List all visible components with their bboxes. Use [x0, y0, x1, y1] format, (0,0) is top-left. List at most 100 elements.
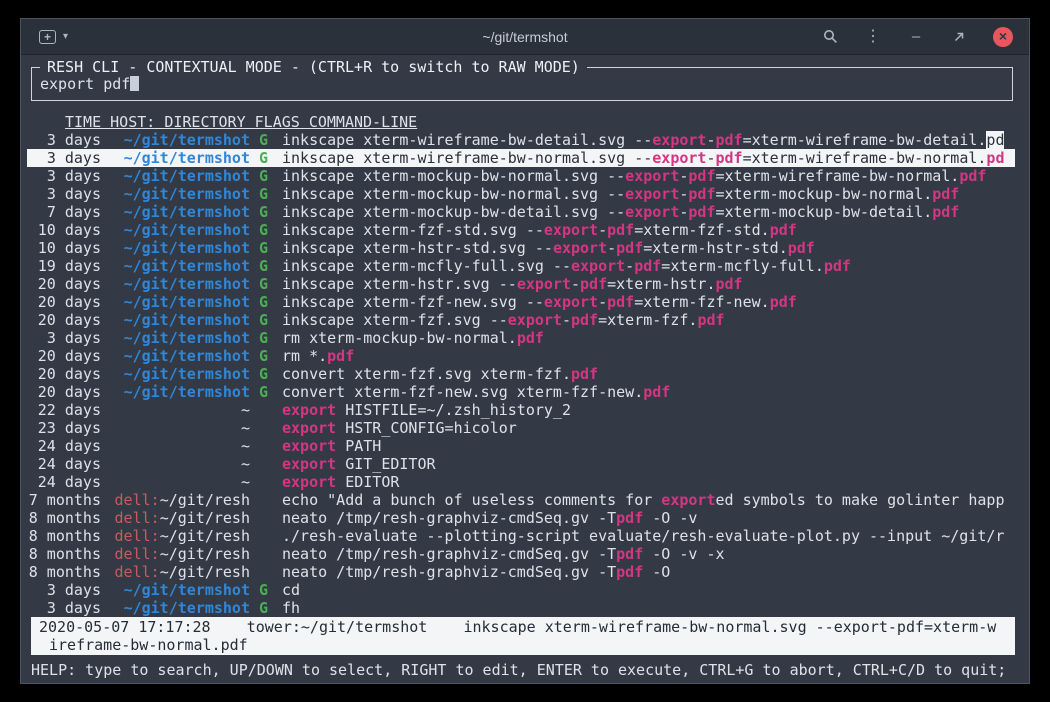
- menu-kebab-icon[interactable]: ⋮: [864, 28, 882, 46]
- new-tab-button[interactable]: +: [39, 30, 56, 44]
- command-segment: export: [517, 275, 571, 293]
- row-flags: G: [259, 239, 273, 257]
- row-flags: G: [259, 311, 273, 329]
- table-row[interactable]: 8 monthsdell:~/git/reshneato /tmp/resh-g…: [27, 509, 1015, 527]
- table-row[interactable]: 3 days~/git/termshotGrm xterm-mockup-bw-…: [27, 329, 1015, 347]
- row-flags: [259, 509, 273, 527]
- row-time: 8 months: [27, 563, 101, 581]
- row-flags: G: [259, 167, 273, 185]
- row-command: inkscape xterm-fzf-new.svg --export-pdf=…: [282, 293, 1015, 311]
- table-row[interactable]: 24 days~export PATH: [27, 437, 1015, 455]
- row-command: export EDITOR: [282, 473, 1015, 491]
- command-segment: ed symbols to make golinter happ: [715, 491, 1004, 509]
- row-directory: ~/git/termshot: [110, 347, 250, 365]
- table-row[interactable]: 7 monthsdell:~/git/reshecho "Add a bunch…: [27, 491, 1015, 509]
- table-row[interactable]: 3 days~/git/termshotGinkscape xterm-mock…: [27, 185, 1015, 203]
- row-path: ~: [241, 401, 250, 419]
- table-row[interactable]: 3 days~/git/termshotGinkscape xterm-mock…: [27, 167, 1015, 185]
- row-flags: G: [259, 149, 273, 167]
- row-path: ~/git/resh: [160, 509, 250, 527]
- row-time: 8 months: [27, 545, 101, 563]
- close-button[interactable]: ×: [993, 27, 1013, 47]
- command-segment: neato /tmp/resh-graphviz-cmdSeq.gv -T: [282, 545, 616, 563]
- table-row[interactable]: 23 days~export HSTR_CONFIG=hicolor: [27, 419, 1015, 437]
- row-command: neato /tmp/resh-graphviz-cmdSeq.gv -Tpdf…: [282, 545, 1015, 563]
- table-row[interactable]: 20 days~/git/termshotGinkscape xterm-hst…: [27, 275, 1015, 293]
- command-segment: pdf: [697, 311, 724, 329]
- command-segment: inkscape xterm-mcfly-full.svg --: [282, 257, 571, 275]
- table-row[interactable]: 10 days~/git/termshotGinkscape xterm-hst…: [27, 239, 1015, 257]
- search-query-text: export pdf: [40, 75, 130, 93]
- command-segment: export: [652, 131, 706, 149]
- table-row[interactable]: 20 days~/git/termshotGinkscape xterm-fzf…: [27, 293, 1015, 311]
- table-row[interactable]: 3 days~/git/termshotGcd: [27, 581, 1015, 599]
- table-row[interactable]: 10 days~/git/termshotGinkscape xterm-fzf…: [27, 221, 1015, 239]
- table-row[interactable]: 20 days~/git/termshotGrm *.pdf: [27, 347, 1015, 365]
- table-row[interactable]: 8 monthsdell:~/git/reshneato /tmp/resh-g…: [27, 563, 1015, 581]
- command-segment: pdf: [715, 131, 742, 149]
- table-row[interactable]: 24 days~export GIT_EDITOR: [27, 455, 1015, 473]
- command-segment: pdf: [932, 185, 959, 203]
- search-input[interactable]: export pdf: [40, 75, 139, 93]
- table-row[interactable]: 19 days~/git/termshotGinkscape xterm-mcf…: [27, 257, 1015, 275]
- command-segment: =xterm-fzf-std.: [634, 221, 769, 239]
- command-segment: pd: [986, 149, 1004, 167]
- titlebar-left-controls: + ▾: [21, 30, 68, 44]
- row-flags: [259, 473, 273, 491]
- chevron-down-icon[interactable]: ▾: [63, 31, 68, 42]
- command-segment: pdf: [634, 257, 661, 275]
- row-time: 3 days: [27, 167, 101, 185]
- table-row[interactable]: 8 monthsdell:~/git/reshneato /tmp/resh-g…: [27, 545, 1015, 563]
- table-row[interactable]: 20 days~/git/termshotGconvert xterm-fzf.…: [27, 365, 1015, 383]
- command-segment: -O -v -x: [643, 545, 724, 563]
- row-directory: ~/git/termshot: [110, 131, 250, 149]
- table-row[interactable]: 3 days~/git/termshotGinkscape xterm-wire…: [27, 149, 1015, 167]
- row-flags: G: [259, 203, 273, 221]
- command-segment: =xterm-wireframe-bw-normal.: [715, 167, 959, 185]
- table-row[interactable]: 22 days~export HISTFILE=~/.zsh_history_2: [27, 401, 1015, 419]
- command-segment: pdf: [616, 509, 643, 527]
- minimize-button[interactable]: –: [907, 28, 925, 46]
- table-row[interactable]: 3 days~/git/termshotGfh: [27, 599, 1015, 617]
- command-segment: pdf: [517, 329, 544, 347]
- row-command: rm xterm-mockup-bw-normal.pdf: [282, 329, 1015, 347]
- row-command: echo "Add a bunch of useless comments fo…: [282, 491, 1015, 509]
- command-segment: export: [652, 149, 706, 167]
- row-time: 3 days: [27, 329, 101, 347]
- row-time: 20 days: [27, 311, 101, 329]
- row-time: 24 days: [27, 473, 101, 491]
- command-segment: export: [544, 221, 598, 239]
- search-box[interactable]: RESH CLI - CONTEXTUAL MODE - (CTRL+R to …: [31, 67, 1013, 101]
- search-icon[interactable]: [821, 28, 839, 46]
- table-row[interactable]: 7 days~/git/termshotGinkscape xterm-mock…: [27, 203, 1015, 221]
- row-directory: ~: [110, 437, 250, 455]
- command-segment: GIT_EDITOR: [336, 455, 435, 473]
- command-segment: EDITOR: [336, 473, 399, 491]
- row-command: export HSTR_CONFIG=hicolor: [282, 419, 1015, 437]
- status-line-wrap: ireframe-bw-normal.pdf: [39, 636, 1009, 654]
- command-segment: export: [571, 257, 625, 275]
- table-row[interactable]: 3 days~/git/termshotGinkscape xterm-wire…: [27, 131, 1015, 149]
- command-segment: export: [282, 437, 336, 455]
- table-row[interactable]: 20 days~/git/termshotGinkscape xterm-fzf…: [27, 311, 1015, 329]
- row-time: 24 days: [27, 455, 101, 473]
- row-path: ~/git/termshot: [124, 581, 250, 599]
- restore-button[interactable]: [950, 28, 968, 46]
- table-row[interactable]: 24 days~export EDITOR: [27, 473, 1015, 491]
- table-row[interactable]: 20 days~/git/termshotGconvert xterm-fzf-…: [27, 383, 1015, 401]
- row-command: inkscape xterm-mockup-bw-detail.svg --ex…: [282, 203, 1015, 221]
- row-command: inkscape xterm-fzf.svg --export-pdf=xter…: [282, 311, 1015, 329]
- table-row[interactable]: 8 monthsdell:~/git/resh./resh-evaluate -…: [27, 527, 1015, 545]
- command-segment: pdf: [959, 167, 986, 185]
- command-segment: export: [625, 185, 679, 203]
- row-command: neato /tmp/resh-graphviz-cmdSeq.gv -Tpdf…: [282, 509, 1015, 527]
- row-path: ~/git/termshot: [124, 365, 250, 383]
- row-path: ~/git/termshot: [124, 167, 250, 185]
- command-segment: pdf: [824, 257, 851, 275]
- command-segment: -: [607, 239, 616, 257]
- row-directory: ~: [110, 401, 250, 419]
- titlebar-right-controls: ⋮ – ×: [821, 27, 1029, 47]
- command-segment: pdf: [643, 383, 670, 401]
- command-segment: export: [282, 419, 336, 437]
- row-directory: ~/git/termshot: [110, 599, 250, 617]
